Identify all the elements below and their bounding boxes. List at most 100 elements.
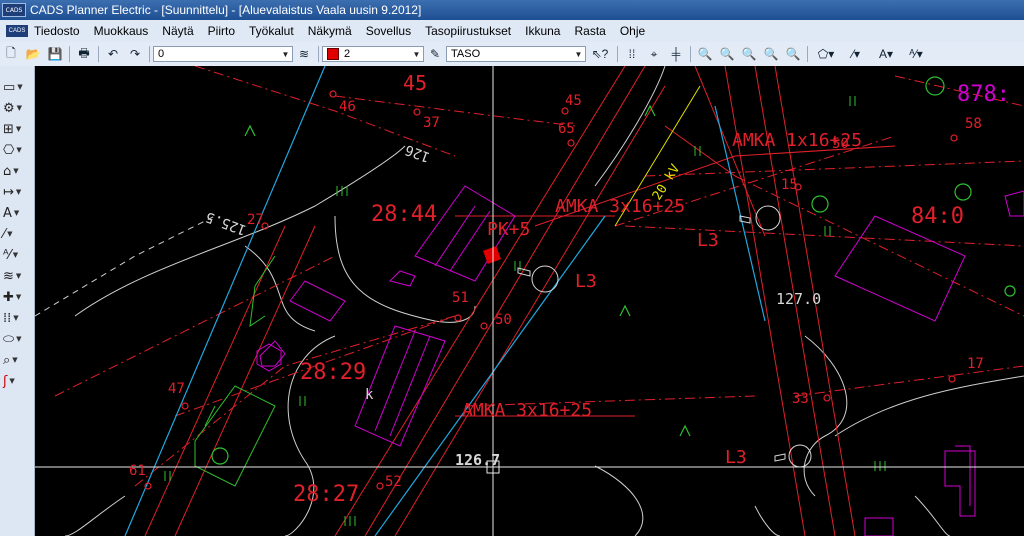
menu-nakyma[interactable]: Näkymä bbox=[308, 24, 359, 38]
chevron-down-icon[interactable]: ▼ bbox=[573, 48, 584, 60]
settings-tool-icon[interactable]: ⚙ ▼ bbox=[3, 99, 31, 117]
open-folder-icon[interactable]: 📂 bbox=[24, 45, 42, 63]
zoom-all-icon[interactable]: 🔍 bbox=[718, 45, 736, 63]
snap-point-icon[interactable]: ⁄▾ bbox=[843, 45, 869, 63]
cad-label-amka-1: AMKA 3x16+25 bbox=[555, 196, 686, 217]
text-icon[interactable]: A▾ bbox=[873, 45, 899, 63]
app-logo-icon: CADS bbox=[2, 3, 26, 17]
grid-tool-icon[interactable]: ⁞⁞ ▼ bbox=[3, 309, 31, 327]
cad-label-28-29: 28:29 bbox=[300, 360, 367, 385]
chevron-down-icon[interactable]: ▼ bbox=[411, 48, 422, 60]
menu-tiedosto[interactable]: Tiedosto bbox=[34, 24, 87, 38]
text-style-tool-icon[interactable]: ᴬ⁄ ▼ bbox=[3, 246, 31, 264]
select-help-icon[interactable]: ⇖? bbox=[588, 45, 612, 63]
layers-icon[interactable]: ≋ bbox=[295, 45, 313, 63]
main-toolbar: 🗋 📂 💾 🖶 ↶ ↷ 0 ▼ ≋ 2 ▼ ✎ TASO ▼ ⇖? ⁞⁞ ⌖ ╪… bbox=[0, 42, 1024, 67]
ellipse-tool-icon[interactable]: ⬭ ▼ bbox=[3, 330, 31, 348]
crosshair-tool-icon[interactable]: ✚ ▼ bbox=[3, 288, 31, 306]
text-tool-icon[interactable]: A ▼ bbox=[3, 204, 31, 222]
chevron-down-icon[interactable]: ▼ bbox=[280, 48, 291, 60]
menu-bar: CADS Tiedosto Muokkaus Näytä Piirto Työk… bbox=[0, 20, 1024, 43]
menu-piirto[interactable]: Piirto bbox=[208, 24, 242, 38]
new-file-icon[interactable]: 🗋 bbox=[2, 45, 20, 63]
ortho-icon[interactable]: ╪ bbox=[667, 45, 685, 63]
toolbar-separator bbox=[807, 46, 808, 62]
menu-sovellus[interactable]: Sovellus bbox=[366, 24, 418, 38]
cad-label-50-b: 50 bbox=[832, 136, 849, 152]
text-style-icon[interactable]: ᴬ⁄▾ bbox=[903, 45, 929, 63]
cad-label-47: 47 bbox=[168, 381, 185, 397]
fixture-tool-icon[interactable]: ⎔ ▼ bbox=[3, 141, 31, 159]
toolbar-separator bbox=[149, 46, 150, 62]
cad-label-45: 45 bbox=[565, 93, 582, 109]
color-select-value: 2 bbox=[344, 48, 351, 60]
cad-label-pk5: PK+5 bbox=[487, 219, 531, 240]
color-select[interactable]: 2 ▼ bbox=[322, 46, 424, 62]
zoom-window-icon[interactable]: 🔍 bbox=[696, 45, 714, 63]
cad-label-45-big: 45 bbox=[403, 71, 428, 95]
cad-label-46: 46 bbox=[339, 99, 356, 115]
layer-tool-icon[interactable]: ≋ ▼ bbox=[3, 267, 31, 285]
cad-label-28-27: 28:27 bbox=[293, 482, 360, 507]
menu-tyokalut[interactable]: Työkalut bbox=[249, 24, 301, 38]
document-logo-icon[interactable]: CADS bbox=[6, 25, 28, 37]
menu-rasta[interactable]: Rasta bbox=[574, 24, 612, 38]
drawing-canvas[interactable]: 45 45 46 37 65 126 125.5 27 28:44 PK+5 A… bbox=[35, 66, 1024, 536]
cad-label-878: 878: bbox=[957, 82, 1010, 107]
redo-icon[interactable]: ↷ bbox=[126, 45, 144, 63]
cad-label-l3-a: L3 bbox=[697, 230, 719, 251]
window-title: CADS Planner Electric - [Suunnittelu] - … bbox=[30, 3, 422, 17]
menu-muokkaus[interactable]: Muokkaus bbox=[94, 24, 156, 38]
cad-label-l3-b: L3 bbox=[575, 271, 597, 292]
title-bar: CADS CADS Planner Electric - [Suunnittel… bbox=[0, 0, 1024, 20]
rectangle-tool-icon[interactable]: ▭ ▼ bbox=[3, 78, 31, 96]
line-tool-icon[interactable]: ⁄ ▼ bbox=[3, 225, 31, 243]
cad-label-61: 61 bbox=[129, 463, 146, 479]
zoom-previous-icon[interactable]: 🔍 bbox=[784, 45, 802, 63]
cad-label-amka-3: AMKA 3x16+25 bbox=[462, 400, 593, 421]
pencil-icon[interactable]: ✎ bbox=[426, 45, 444, 63]
cad-label-50-a: 50 bbox=[495, 312, 512, 328]
cad-label-84: 84:0 bbox=[911, 204, 964, 229]
dimension-tool-icon[interactable]: ↦ ▼ bbox=[3, 183, 31, 201]
drawing-toolbar: ▭ ▼ ⚙ ▼ ⊞ ▼ ⎔ ▼ ⌂ ▼ ↦ ▼ A ▼ ⁄ ▼ ᴬ⁄ ▼ ≋ ▼ ✚ ▼ ⁞⁞ ▼ ⬭ ▼… bbox=[0, 66, 35, 536]
inspect-tool-icon[interactable]: ⌕ ▼ bbox=[3, 351, 31, 369]
layer-select[interactable]: 0 ▼ bbox=[153, 46, 293, 62]
house-tool-icon[interactable]: ⌂ ▼ bbox=[3, 162, 31, 180]
cad-label-52: 52 bbox=[385, 474, 402, 490]
menu-ikkuna[interactable]: Ikkuna bbox=[525, 24, 567, 38]
zoom-in-icon[interactable]: 🔍 bbox=[740, 45, 758, 63]
zoom-out-icon[interactable]: 🔍 bbox=[762, 45, 780, 63]
print-icon[interactable]: 🖶 bbox=[75, 45, 93, 63]
save-icon[interactable]: 💾 bbox=[46, 45, 64, 63]
color-swatch bbox=[327, 48, 339, 60]
cad-label-126-7: 126.7 bbox=[455, 451, 501, 469]
toolbar-separator bbox=[69, 46, 70, 62]
cad-label-28-44: 28:44 bbox=[371, 202, 438, 227]
toolbar-separator bbox=[690, 46, 691, 62]
cad-label-27: 27 bbox=[247, 212, 264, 228]
cad-label-58: 58 bbox=[965, 116, 982, 132]
undo-icon[interactable]: ↶ bbox=[104, 45, 122, 63]
cad-label-51: 51 bbox=[452, 290, 469, 306]
cad-label-37: 37 bbox=[423, 115, 440, 131]
arc-tool-icon[interactable]: ʃ ▼ bbox=[3, 372, 31, 390]
menu-tasopiirustukset[interactable]: Tasopiirustukset bbox=[425, 24, 518, 38]
grid-icon[interactable]: ⁞⁞ bbox=[623, 45, 641, 63]
layer-select-value: 0 bbox=[158, 48, 165, 60]
cad-label-17: 17 bbox=[967, 356, 984, 372]
menu-ohje[interactable]: Ohje bbox=[620, 24, 652, 38]
select-shapes-icon[interactable]: ⬠▾ bbox=[813, 45, 839, 63]
snap-crosshair-icon[interactable]: ⌖ bbox=[645, 45, 663, 63]
toolbar-separator bbox=[98, 46, 99, 62]
symbol-tool-icon[interactable]: ⊞ ▼ bbox=[3, 120, 31, 138]
cad-drawing bbox=[35, 66, 1024, 536]
taso-select[interactable]: TASO ▼ bbox=[446, 46, 586, 62]
cad-label-l3-c: L3 bbox=[725, 447, 747, 468]
toolbar-separator bbox=[617, 46, 618, 62]
menu-nayta[interactable]: Näytä bbox=[162, 24, 200, 38]
cad-label-127: 127.0 bbox=[776, 290, 822, 308]
cad-label-65: 65 bbox=[558, 121, 575, 137]
cad-label-15: 15 bbox=[781, 177, 798, 193]
toolbar-separator bbox=[318, 46, 319, 62]
